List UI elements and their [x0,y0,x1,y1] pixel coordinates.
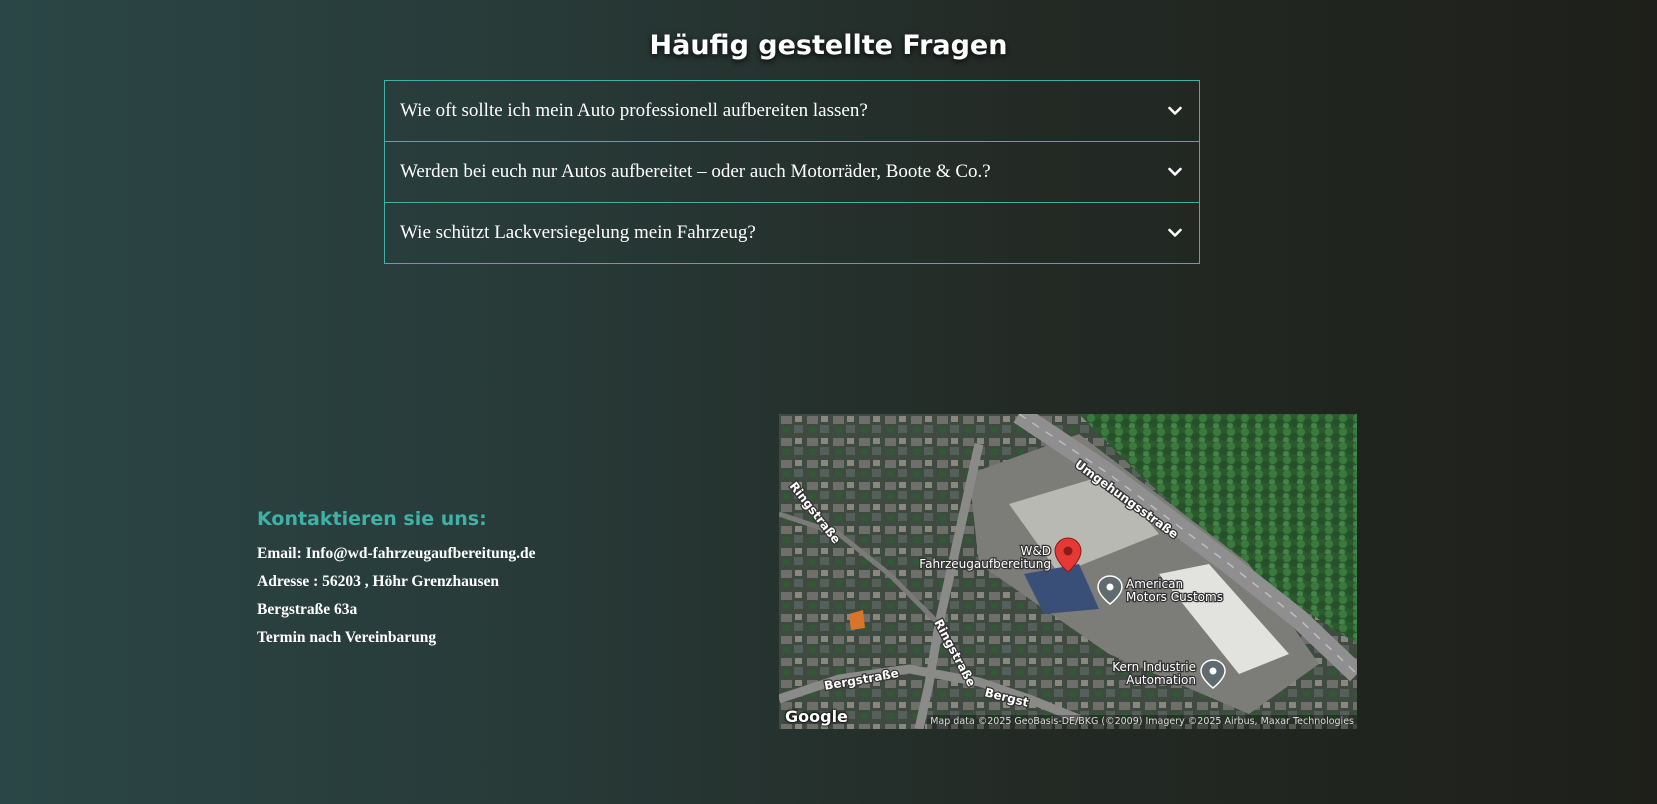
faq-question: Werden bei euch nur Autos aufbereitet – … [400,161,991,182]
faq-question: Wie oft sollte ich mein Auto professione… [400,100,868,121]
satellite-map[interactable]: Umgehungsstraße Ringstraße Ringstraße Be… [779,414,1357,729]
contact-street: Bergstraße 63a [257,601,358,618]
chevron-down-icon [1167,165,1183,179]
faq-question: Wie schützt Lackversiegelung mein Fahrze… [400,222,756,243]
faq-item[interactable]: Wie oft sollte ich mein Auto professione… [384,80,1200,142]
faq-title: Häufig gestellte Fragen [649,30,1008,61]
contact-email[interactable]: Email: Info@wd-fahrzeugaufbereitung.de [257,540,536,568]
faq-accordion: Wie oft sollte ich mein Auto professione… [384,80,1200,264]
place-label-american-motors: Motors Customs [1126,590,1223,604]
contact-address: Adresse : 56203 , Höhr Grenzhausen [257,573,499,590]
place-label-wd: W&D [1021,544,1051,558]
place-label-kern-industrie: Kern Industrie [1112,660,1196,674]
place-label-kern-industrie: Automation [1126,673,1196,687]
map-embed[interactable]: Umgehungsstraße Ringstraße Ringstraße Be… [779,414,1357,729]
chevron-down-icon [1167,104,1183,118]
contact-title: Kontaktieren sie uns: [257,508,487,530]
google-logo: Google [785,707,848,726]
map-attribution[interactable]: Map data ©2025 GeoBasis-DE/BKG (©2009) I… [927,715,1357,729]
faq-item[interactable]: Wie schützt Lackversiegelung mein Fahrze… [384,202,1200,264]
contact-appointment: Termin nach Vereinbarung [257,629,437,646]
chevron-down-icon [1167,226,1183,240]
contact-section: Kontaktieren sie uns: Email: Info@wd-fah… [257,508,536,652]
faq-item[interactable]: Werden bei euch nur Autos aufbereitet – … [384,141,1200,203]
place-label-wd: Fahrzeugaufbereitung [919,557,1051,571]
place-label-american-motors: American [1126,577,1183,591]
